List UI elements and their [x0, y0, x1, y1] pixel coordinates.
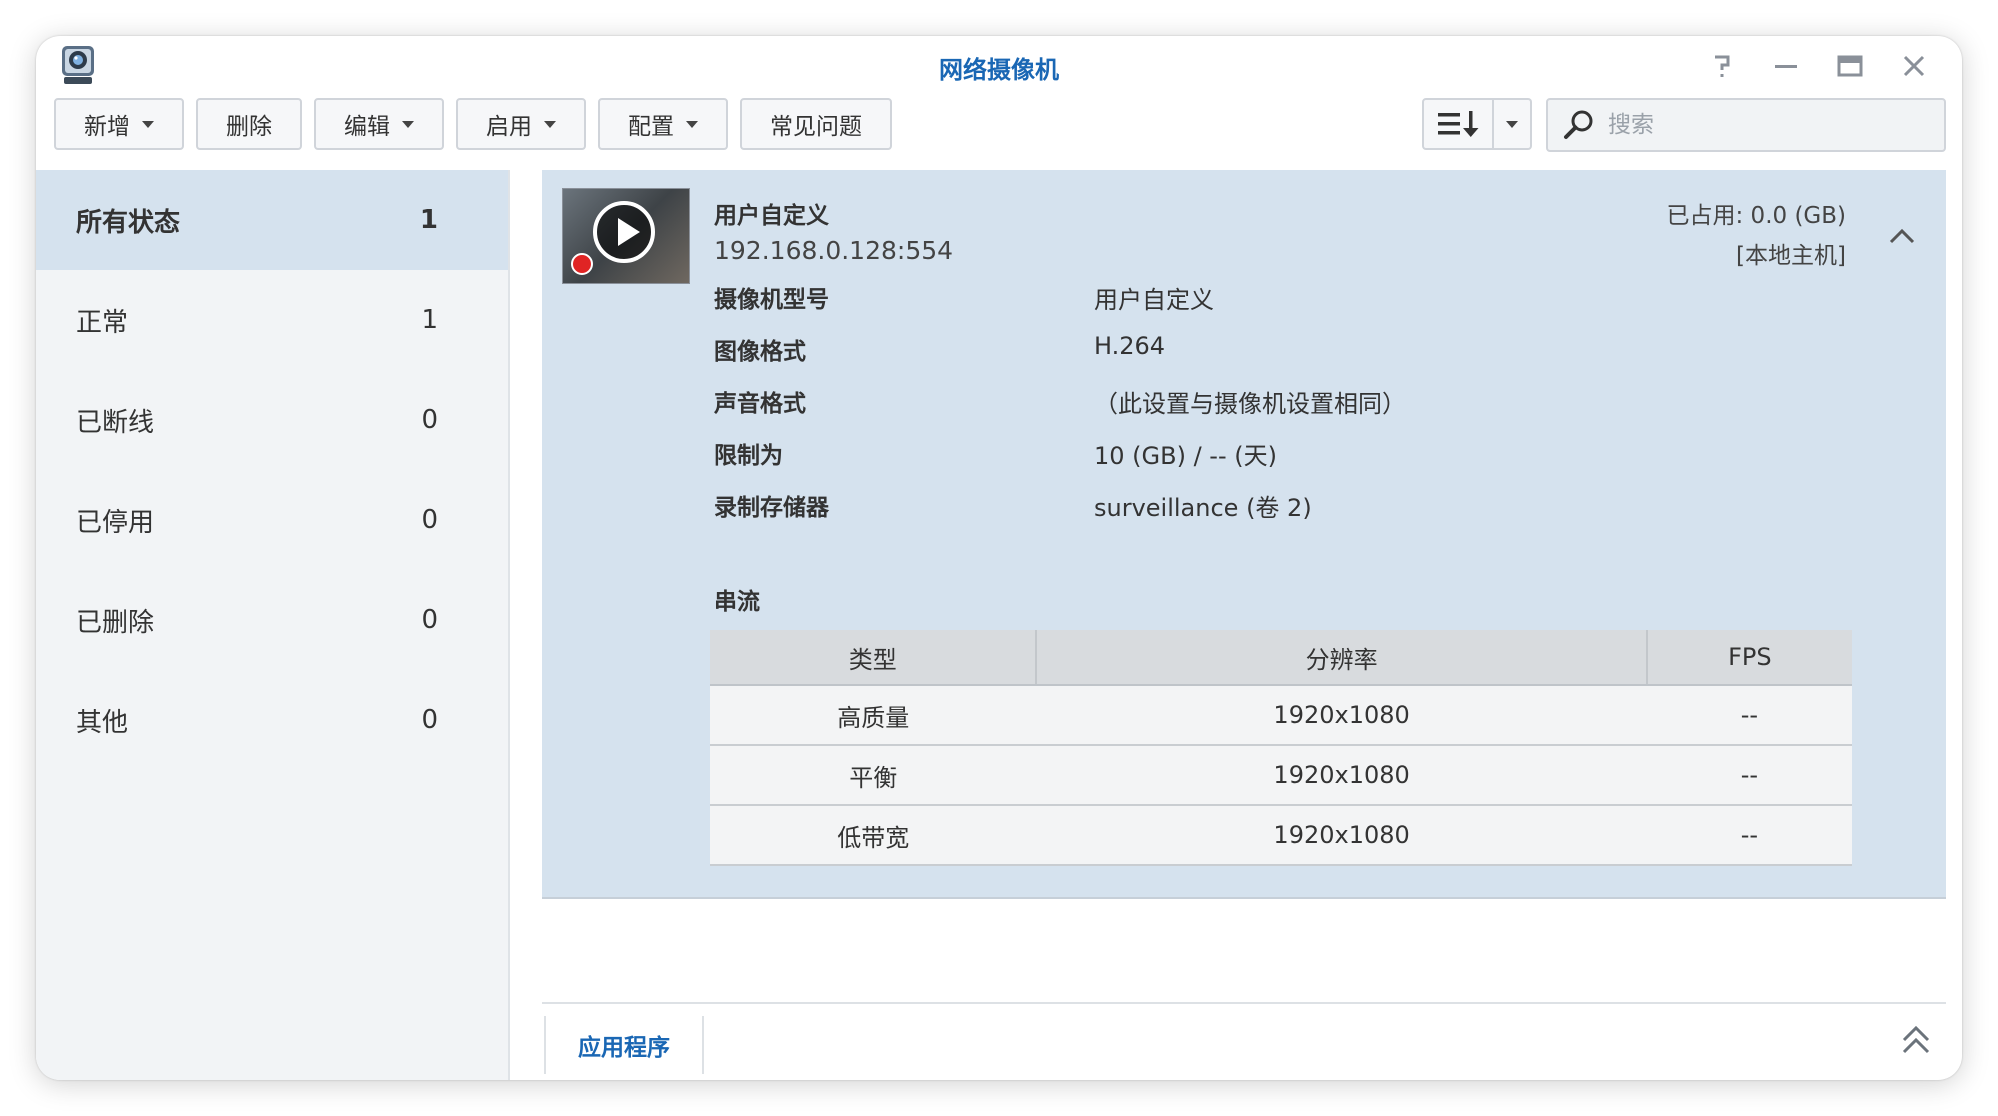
- bottom-divider: [542, 1002, 1946, 1004]
- sort-dropdown-button[interactable]: [1494, 98, 1532, 150]
- column-header: FPS: [1646, 630, 1852, 686]
- prop-label: 摄像机型号: [714, 287, 829, 313]
- faq-button[interactable]: 常见问题: [740, 98, 892, 150]
- sidebar-item-label: 正常: [76, 307, 129, 338]
- add-button-label: 新增: [84, 114, 130, 140]
- faq-button-label: 常见问题: [770, 114, 862, 140]
- sidebar-item-count: 0: [421, 505, 438, 535]
- caret-down-icon: [686, 120, 698, 128]
- enable-button-label: 启用: [486, 114, 532, 140]
- edit-button[interactable]: 编辑: [314, 98, 444, 150]
- sidebar-item-disabled[interactable]: 已停用 0: [36, 470, 508, 570]
- caret-down-icon: [1506, 120, 1518, 128]
- search-input[interactable]: [1606, 111, 1930, 139]
- table-row: 低带宽 1920x1080 --: [710, 805, 1852, 866]
- caret-down-icon: [402, 120, 414, 128]
- caret-down-icon: [142, 120, 154, 128]
- table-row: 平衡 1920x1080 --: [710, 745, 1852, 806]
- table-header-row: 类型 分辨率 FPS: [710, 630, 1852, 686]
- sort-list-icon: [1438, 111, 1479, 137]
- config-button[interactable]: 配置: [598, 98, 728, 150]
- config-button-label: 配置: [628, 114, 674, 140]
- table-cell: --: [1646, 685, 1852, 746]
- host-label: [本地主机]: [1736, 243, 1846, 269]
- toolbar: 新增 删除 编辑 启用 配置 常见问题: [54, 98, 892, 150]
- double-chevron-up-icon[interactable]: [1898, 1020, 1934, 1060]
- sidebar-item-label: 已删除: [76, 607, 155, 638]
- delete-button-label: 删除: [226, 114, 272, 140]
- sidebar-item-count: 0: [421, 605, 438, 635]
- add-button[interactable]: 新增: [54, 98, 184, 150]
- camera-thumbnail[interactable]: [562, 188, 690, 284]
- table-cell: 平衡: [710, 745, 1037, 806]
- window-title: 网络摄像机: [939, 56, 1059, 84]
- table-cell: 高质量: [710, 685, 1037, 746]
- chevron-up-icon[interactable]: [1886, 220, 1918, 252]
- caret-down-icon: [544, 120, 556, 128]
- camera-address: 192.168.0.128:554: [714, 236, 954, 265]
- sidebar-item-label: 所有状态: [76, 207, 181, 238]
- stream-table: 类型 分辨率 FPS 高质量 1920x1080 -- 平衡 1920x1080…: [710, 630, 1852, 866]
- sidebar-item-normal[interactable]: 正常 1: [36, 270, 508, 370]
- column-header: 类型: [710, 630, 1038, 686]
- sidebar-item-count: 1: [419, 205, 438, 235]
- app-window: 网络摄像机 新增 删除 编辑 启用 配置 常见问题 搜索 所有状态 1 正常 1…: [36, 36, 1962, 1080]
- sidebar-item-count: 1: [421, 305, 438, 335]
- prop-label: 限制为: [714, 443, 783, 469]
- minimize-icon[interactable]: [1768, 48, 1804, 84]
- search-box: [1546, 98, 1946, 152]
- recording-indicator-icon: [571, 253, 593, 275]
- sort-button[interactable]: [1422, 98, 1494, 150]
- sidebar-item-label: 已断线: [76, 407, 155, 438]
- streams-heading: 串流: [714, 589, 760, 615]
- sidebar-item-all-status[interactable]: 所有状态 1: [36, 170, 508, 270]
- table-cell: --: [1646, 805, 1852, 866]
- sidebar-item-deleted[interactable]: 已删除 0: [36, 570, 508, 670]
- camera-name: 用户自定义: [714, 203, 829, 229]
- prop-value: H.264: [1094, 332, 1166, 360]
- prop-label: 图像格式: [714, 339, 806, 365]
- close-icon[interactable]: [1896, 48, 1932, 84]
- status-sidebar: 所有状态 1 正常 1 已断线 0 已停用 0 已删除 0 其他 0: [36, 170, 510, 1080]
- prop-label: 声音格式: [714, 391, 806, 417]
- window-controls: [1704, 48, 1932, 84]
- maximize-icon[interactable]: [1832, 48, 1868, 84]
- table-cell: 低带宽: [710, 805, 1037, 866]
- help-icon[interactable]: [1704, 48, 1740, 84]
- sidebar-item-label: 其他: [76, 707, 129, 738]
- prop-value: surveillance (卷 2): [1094, 494, 1312, 522]
- table-cell: --: [1646, 745, 1852, 806]
- prop-value: 10 (GB) / -- (天): [1094, 442, 1277, 470]
- tab-applications[interactable]: 应用程序: [544, 1016, 704, 1074]
- table-cell: 1920x1080: [1036, 805, 1647, 866]
- sidebar-item-disconnected[interactable]: 已断线 0: [36, 370, 508, 470]
- column-header: 分辨率: [1036, 630, 1648, 686]
- sidebar-item-count: 0: [421, 705, 438, 735]
- table-row: 高质量 1920x1080 --: [710, 685, 1852, 746]
- delete-button[interactable]: 删除: [196, 98, 302, 150]
- sidebar-item-other[interactable]: 其他 0: [36, 670, 508, 770]
- prop-label: 录制存储器: [714, 495, 829, 521]
- prop-value: 用户自定义: [1094, 286, 1214, 314]
- sidebar-item-label: 已停用: [76, 507, 155, 538]
- table-cell: 1920x1080: [1036, 745, 1647, 806]
- edit-button-label: 编辑: [344, 114, 390, 140]
- search-icon: [1564, 110, 1593, 139]
- enable-button[interactable]: 启用: [456, 98, 586, 150]
- prop-value: （此设置与摄像机设置相同）: [1094, 390, 1406, 418]
- camera-detail-card[interactable]: 用户自定义 192.168.0.128:554 已占用: 0.0 (GB) [本…: [542, 170, 1946, 899]
- sort-control: [1422, 98, 1532, 150]
- sidebar-item-count: 0: [421, 405, 438, 435]
- table-cell: 1920x1080: [1036, 685, 1647, 746]
- storage-usage: 已占用: 0.0 (GB): [1666, 203, 1847, 229]
- play-icon[interactable]: [593, 201, 655, 263]
